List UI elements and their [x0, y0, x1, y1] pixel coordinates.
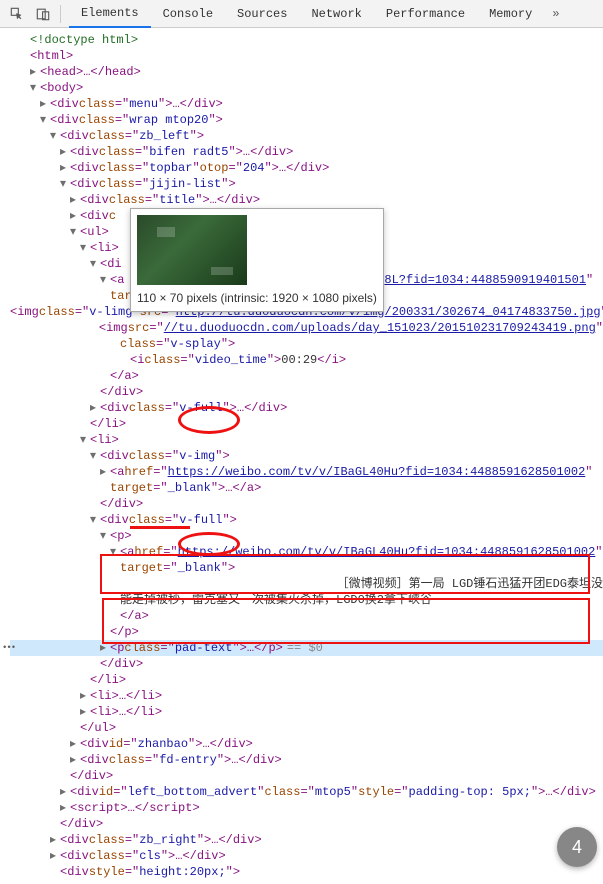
- vimg-open[interactable]: <div class="v-img">: [10, 448, 603, 464]
- inspect-icon[interactable]: [4, 1, 30, 27]
- img2-cls[interactable]: class="v-splay">: [10, 336, 603, 352]
- leftbottom-node[interactable]: <div id="left_bottom_advert" class="mtop…: [10, 784, 603, 800]
- zbleft-open[interactable]: <div class="zb_left">: [10, 128, 603, 144]
- zbright-node[interactable]: <div class="zb_right">…</div>: [10, 832, 603, 848]
- tab-network[interactable]: Network: [299, 0, 373, 28]
- a2-target[interactable]: target="_blank">…</a>: [10, 480, 603, 496]
- li-close-1[interactable]: </li>: [10, 416, 603, 432]
- tab-performance[interactable]: Performance: [374, 0, 477, 28]
- panel-tabs: Elements Console Sources Network Perform…: [69, 0, 544, 28]
- collapse-arrow[interactable]: [30, 80, 40, 96]
- zbleft-close[interactable]: </div>: [10, 816, 603, 832]
- wrap-open[interactable]: <div class="wrap mtop20">: [10, 112, 603, 128]
- tab-sources[interactable]: Sources: [225, 0, 299, 28]
- head-node[interactable]: <head>…</head>: [10, 64, 603, 80]
- cls-node[interactable]: <div class="cls">…</div>: [10, 848, 603, 864]
- device-toggle-icon[interactable]: [30, 1, 56, 27]
- img2-node[interactable]: <img src="//tu.duoduocdn.com/uploads/day…: [10, 320, 603, 336]
- tab-console[interactable]: Console: [151, 0, 225, 28]
- body-open[interactable]: <body>: [10, 80, 603, 96]
- thumbnail-image: [137, 215, 247, 285]
- image-preview-tooltip: 110 × 70 pixels (intrinsic: 1920 × 1080 …: [130, 208, 384, 312]
- vimg-close[interactable]: </div>: [10, 496, 603, 512]
- more-tabs-icon[interactable]: »: [544, 7, 567, 21]
- zhanbao-node[interactable]: <div id="zhanbao">…</div>: [10, 736, 603, 752]
- div-close-1[interactable]: </div>: [10, 384, 603, 400]
- tab-elements[interactable]: Elements: [69, 0, 151, 28]
- a3-target[interactable]: target="_blank">: [10, 560, 603, 576]
- last-frag[interactable]: <div style="height:20px;">: [10, 864, 603, 880]
- html-open[interactable]: <html>: [10, 48, 603, 64]
- text-line-2[interactable]: 能走掉被秒，雷克塞又一次被集火杀掉，LGD0换2拿下峡谷: [10, 592, 603, 608]
- li-close-2[interactable]: </li>: [10, 672, 603, 688]
- p-close[interactable]: </p>: [10, 624, 603, 640]
- text-line-1[interactable]: ［微博视频］第一局 LGD锤石迅猛开团EDG泰坦没: [10, 576, 603, 592]
- a-close-1[interactable]: </a>: [10, 368, 603, 384]
- a3-close[interactable]: </a>: [10, 608, 603, 624]
- a2-node[interactable]: <a href="https://weibo.com/tv/v/IBaGL40H…: [10, 464, 603, 480]
- dom-tree[interactable]: <!doctype html> <html> <head>…</head> <b…: [0, 28, 603, 884]
- expand-arrow[interactable]: [30, 64, 40, 80]
- devtools-toolbar: Elements Console Sources Network Perform…: [0, 0, 603, 28]
- ul-close[interactable]: </ul>: [10, 720, 603, 736]
- p-open[interactable]: <p>: [10, 528, 603, 544]
- doctype-node[interactable]: <!doctype html>: [10, 32, 603, 48]
- li-3[interactable]: <li>…</li>: [10, 688, 603, 704]
- title-node[interactable]: <div class="title">…</div>: [10, 192, 603, 208]
- tooltip-caption: 110 × 70 pixels (intrinsic: 1920 × 1080 …: [137, 291, 377, 305]
- i-time-node[interactable]: <i class="video_time">00:29</i>: [10, 352, 603, 368]
- menu-node[interactable]: <div class="menu">…</div>: [10, 96, 603, 112]
- script-node[interactable]: <script>…</script>: [10, 800, 603, 816]
- vfull-1[interactable]: <div class="v-full">…</div>: [10, 400, 603, 416]
- tab-memory[interactable]: Memory: [477, 0, 544, 28]
- bifen-node[interactable]: <div class="bifen radt5">…</div>: [10, 144, 603, 160]
- separator: [60, 5, 61, 23]
- jijin-close[interactable]: </div>: [10, 768, 603, 784]
- fab-button[interactable]: 4: [557, 827, 597, 867]
- vfull-2-close[interactable]: </div>: [10, 656, 603, 672]
- fd-entry-node[interactable]: <div class="fd-entry">…</div>: [10, 752, 603, 768]
- dom-tree-container: <!doctype html> <html> <head>…</head> <b…: [0, 28, 603, 884]
- vfull-2-open[interactable]: <div class="v-full">: [10, 512, 603, 528]
- topbar-node[interactable]: <div class="topbar" otop="204">…</div>: [10, 160, 603, 176]
- a3-node[interactable]: <a href="https://weibo.com/tv/v/IBaGL40H…: [10, 544, 603, 560]
- p-pad-selected[interactable]: <p class="pad-text">…</p> == $0: [10, 640, 603, 656]
- li-4[interactable]: <li>…</li>: [10, 704, 603, 720]
- jijin-open[interactable]: <div class="jijin-list">: [10, 176, 603, 192]
- li-open-2[interactable]: <li>: [10, 432, 603, 448]
